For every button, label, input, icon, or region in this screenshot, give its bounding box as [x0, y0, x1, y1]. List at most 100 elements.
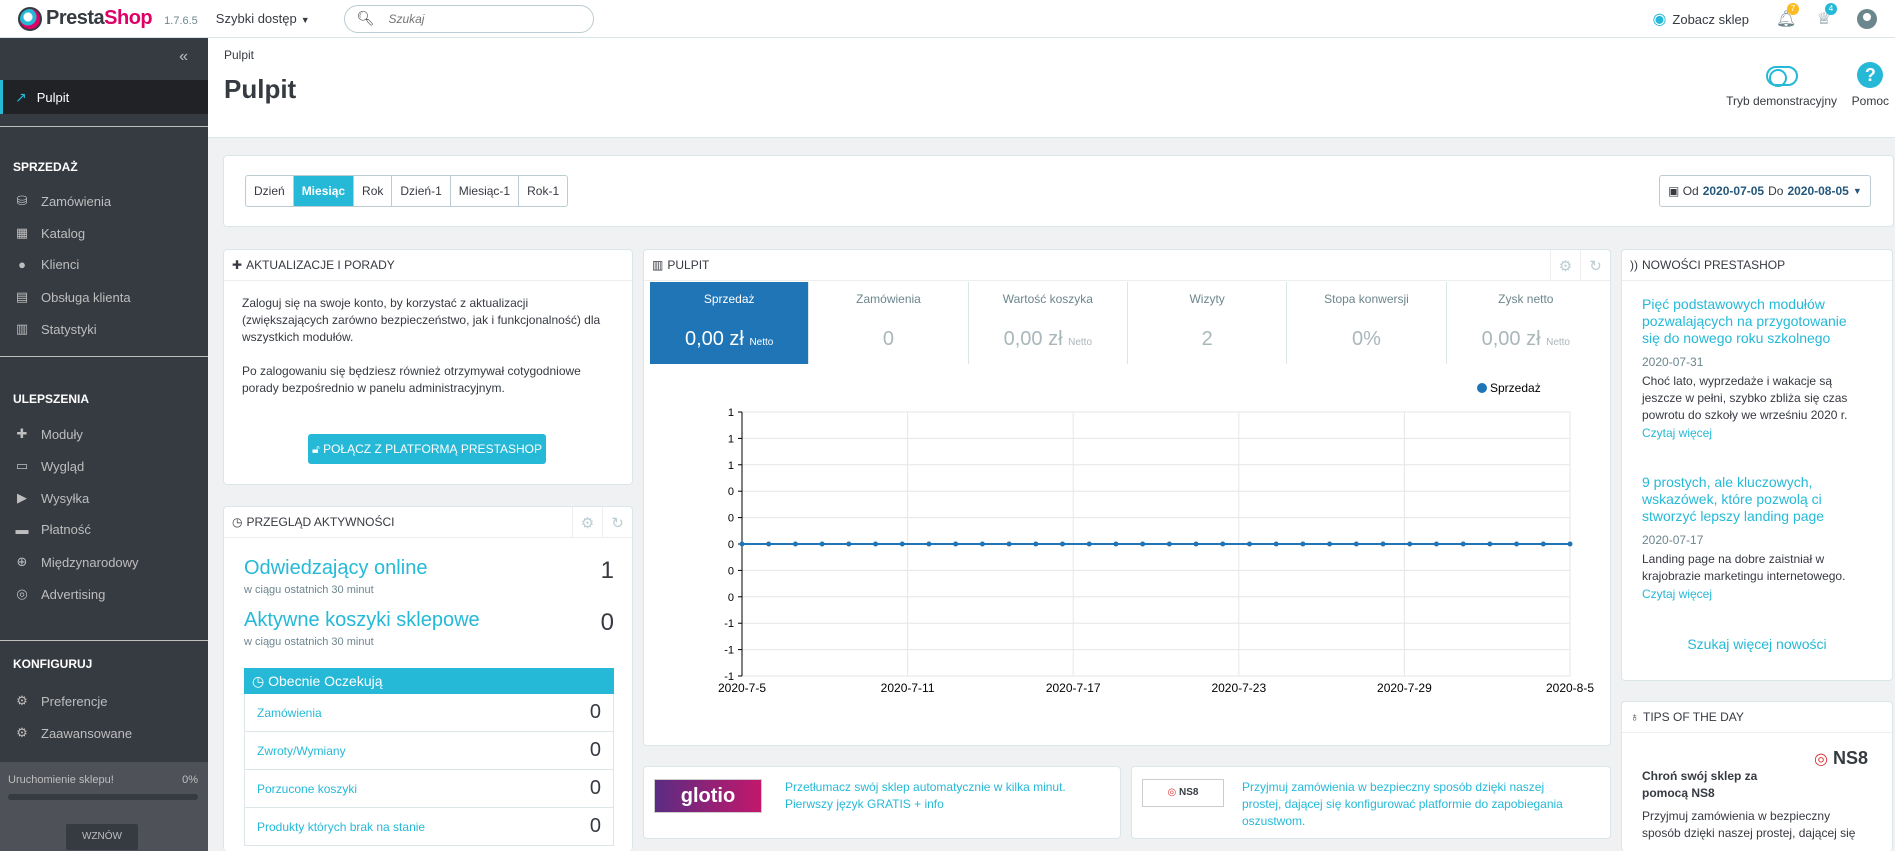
y-tick-label: -1: [724, 645, 734, 657]
launch-percent: 0%: [182, 774, 198, 786]
demo-mode-toggle[interactable]: Tryb demonstracyjny: [1726, 66, 1837, 108]
help-button[interactable]: ? Pomoc: [1852, 62, 1889, 108]
sidebar-item-modules[interactable]: ✚ Moduły: [13, 426, 83, 442]
rss-icon: )): [1630, 258, 1638, 272]
visitors-online: Odwiedzający online w ciągu ostatnich 30…: [244, 557, 614, 596]
shop-launch-widget: Uruchomienie sklepu! 0% WZNÓW: [0, 762, 208, 851]
x-tick-label: 2020-8-5: [1546, 681, 1594, 695]
glotio-promo-text[interactable]: Przetłumacz swój sklep automatycznie w k…: [785, 779, 1105, 813]
glotio-logo[interactable]: glotio: [654, 779, 762, 813]
puzzle-icon: ✚: [232, 258, 243, 272]
data-point: [899, 541, 905, 547]
customers-notification-badge: 4: [1825, 3, 1837, 15]
news-item: Pięć podstawowych modułów pozwalających …: [1642, 296, 1848, 440]
sidebar-item-customer-service[interactable]: ▤ Obsługa klienta: [13, 289, 131, 305]
search-input[interactable]: [388, 11, 579, 26]
period-month-button[interactable]: Miesiąc: [292, 176, 354, 206]
data-point: [1113, 541, 1119, 547]
sidebar-item-advertising[interactable]: ◎ Advertising: [13, 586, 105, 602]
period-prev-year-button[interactable]: Rok-1: [518, 176, 567, 206]
data-point: [1273, 541, 1279, 547]
breadcrumb[interactable]: Pulpit: [224, 48, 254, 62]
data-point: [979, 541, 985, 547]
data-point: [819, 541, 825, 547]
connect-platform-button[interactable]: 🔓︎ POŁĄCZ Z PLATFORMĄ PRESTASHOP: [308, 434, 546, 464]
section-title-improve: ULEPSZENIA: [13, 392, 90, 406]
date-from: 2020-07-05: [1702, 184, 1765, 198]
sidebar-item-customers[interactable]: ● Klienci: [13, 257, 79, 272]
ns8-logo[interactable]: ◎ NS8: [1142, 779, 1224, 807]
period-year-button[interactable]: Rok: [353, 176, 391, 206]
puffin-logo-icon: [18, 6, 42, 31]
kpi-orders[interactable]: Zamówienia 0: [809, 282, 969, 364]
user-avatar-icon[interactable]: [1857, 9, 1877, 29]
tips-description: Przyjmuj zamówienia w bezpieczny sposób …: [1642, 809, 1856, 840]
sidebar-item-international[interactable]: ⊕ Międzynarodowy: [13, 554, 139, 570]
sidebar-item-catalog[interactable]: ▦ Katalog: [13, 225, 85, 241]
section-title-configure: KONFIGURUJ: [13, 657, 93, 671]
dashboard-title: PULPIT: [667, 258, 710, 272]
data-point: [1140, 541, 1146, 547]
period-day-button[interactable]: Dzień: [246, 176, 293, 206]
sidebar-item-advanced[interactable]: ⚙ Zaawansowane: [13, 725, 132, 741]
sidebar-item-stats[interactable]: ▥ Statystyki: [13, 321, 97, 337]
legend-swatch: [1477, 383, 1487, 393]
sidebar-item-dashboard[interactable]: ↗ Pulpit: [0, 80, 208, 114]
resume-button[interactable]: WZNÓW: [66, 824, 138, 850]
data-point: [792, 541, 798, 547]
refresh-icon[interactable]: ↻: [1580, 250, 1610, 281]
data-point: [1353, 541, 1359, 547]
period-prev-day-button[interactable]: Dzień-1: [391, 176, 449, 206]
x-tick-label: 2020-7-11: [881, 681, 935, 695]
updates-title: AKTUALIZACJE I PORADY: [246, 258, 395, 272]
date-range-picker[interactable]: ▣ Od 2020-07-05 Do 2020-08-05 ▼: [1659, 175, 1871, 207]
x-tick-label: 2020-7-5: [718, 681, 766, 695]
period-prev-month-button[interactable]: Miesiąc-1: [449, 176, 518, 206]
calendar-icon: ▣: [1668, 184, 1680, 198]
truck-icon: ▶: [17, 490, 27, 505]
kpi-net-profit[interactable]: Zysk netto 0,00 zł Netto: [1447, 282, 1605, 364]
active-carts: Aktywne koszyki sklepowe w ciągu ostatni…: [244, 609, 614, 648]
page-header: Pulpit Pulpit Tryb demonstracyjny ? Pomo…: [208, 38, 1895, 138]
kpi-conversion[interactable]: Stopa konwersji 0%: [1287, 282, 1447, 364]
kpi-sales[interactable]: Sprzedaż 0,00 zł Netto: [650, 282, 810, 364]
data-point: [1540, 541, 1546, 547]
gear-icon[interactable]: ⚙: [572, 507, 602, 538]
sidebar-item-preferences[interactable]: ⚙ Preferencje: [13, 693, 107, 709]
ns8-promo-panel: ◎ NS8 Przyjmuj zamówienia w bezpieczny s…: [1131, 766, 1611, 839]
refresh-icon[interactable]: ↻: [602, 507, 632, 538]
search-icon: 🔍︎: [356, 10, 375, 26]
pending-row: Zamówienia 0: [244, 694, 614, 732]
eye-icon: ◉: [1652, 11, 1667, 28]
view-shop-link[interactable]: ◉ Zobacz sklep: [1652, 9, 1749, 29]
gear-icon: ⚙: [16, 693, 28, 708]
prestashop-logo[interactable]: PrestaShop: [18, 6, 153, 31]
activity-title: PRZEGLĄD AKTYWNOŚCI: [246, 515, 395, 529]
activity-panel: ◷ PRZEGLĄD AKTYWNOŚCI ⚙ ↻ Odwiedzający onl…: [223, 506, 633, 851]
more-news-link[interactable]: Szukaj więcej nowości: [1622, 636, 1892, 652]
sales-chart: 11100000-1-1-12020-7-5 2020-7-11 2020-7-17…: [718, 381, 1594, 695]
collapse-sidebar-icon[interactable]: «: [179, 48, 188, 66]
kpi-visits[interactable]: Wizyty 2: [1128, 282, 1288, 364]
sidebar-item-orders[interactable]: ⛁ Zamówienia: [13, 193, 112, 209]
gear-icon[interactable]: ⚙: [1550, 250, 1580, 281]
sidebar-item-design[interactable]: ▭ Wygląd: [13, 458, 84, 474]
ns8-promo-text[interactable]: Przyjmuj zamówienia w bezpieczny sposób …: [1242, 779, 1582, 830]
kpi-cart-value[interactable]: Wartość koszyka 0,00 zł Netto: [969, 282, 1128, 364]
question-icon: ?: [1857, 62, 1884, 88]
data-point: [1460, 541, 1466, 547]
sidebar-item-payment[interactable]: ▬ Płatność: [13, 522, 91, 537]
sidebar-item-shipping[interactable]: ▶ Wysyłka: [13, 490, 89, 506]
quick-access-dropdown[interactable]: Szybki dostęp ▼: [216, 11, 310, 26]
credit-card-icon: ▬: [15, 522, 29, 537]
data-point: [1220, 541, 1226, 547]
sidebar: « ↗ Pulpit SPRZEDAŻ ⛁ Zamówienia ▦ Katalog…: [0, 38, 208, 851]
lightbulb-icon: ♁: [1630, 710, 1639, 724]
data-point: [1086, 541, 1092, 547]
orders-notification-button[interactable]: 🔔︎ 7: [1771, 3, 1801, 29]
search-box[interactable]: 🔍︎: [343, 4, 594, 33]
y-tick-label: 0: [728, 513, 734, 525]
customers-notification-button[interactable]: ♕ 4: [1809, 3, 1839, 29]
data-point: [1166, 541, 1172, 547]
sidebar-divider: [0, 356, 208, 357]
